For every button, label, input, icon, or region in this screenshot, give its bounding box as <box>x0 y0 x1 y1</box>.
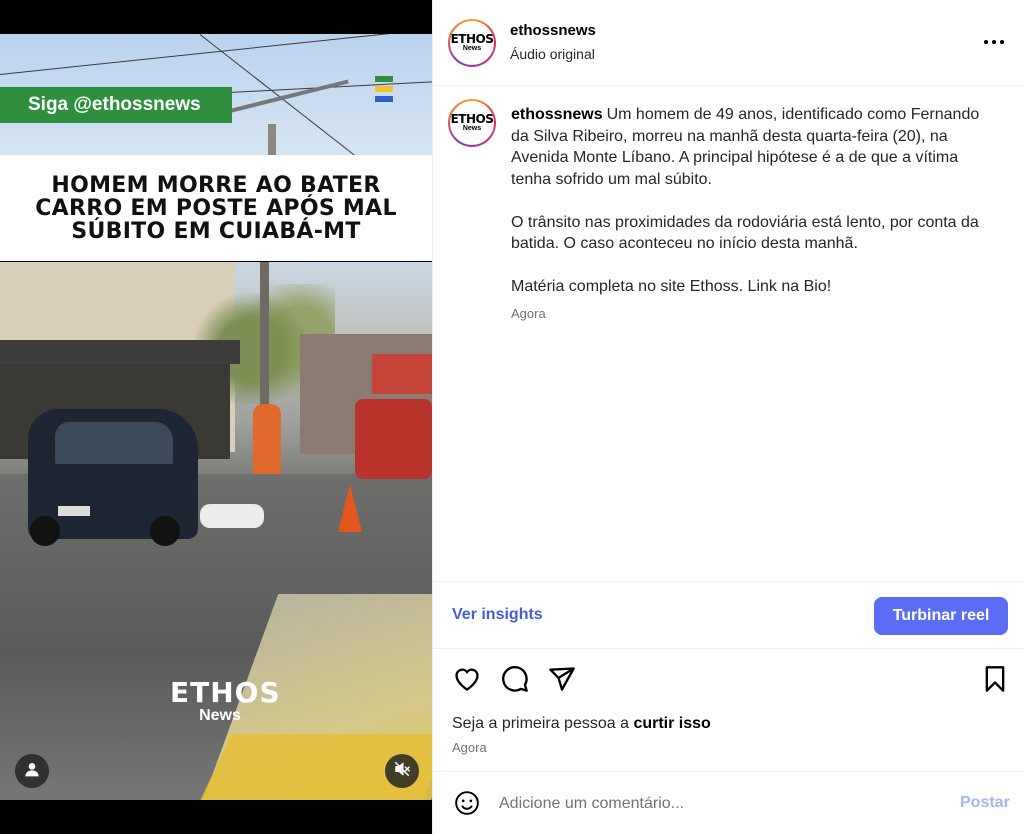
avatar-text: ETHOS <box>450 112 494 126</box>
video-frame[interactable]: Siga @ethossnews HOMEM MORRE AO BATER CA… <box>0 34 432 800</box>
avatar-subtext: News <box>462 45 482 52</box>
like-cta[interactable]: curtir isso <box>633 715 710 732</box>
caption-paragraph: O trânsito nas proximidades da rodoviári… <box>511 213 979 253</box>
follow-banner: Siga @ethossnews <box>0 87 232 123</box>
comment-button[interactable] <box>499 664 531 696</box>
post-caption: ethossnews Um homem de 49 anos, identific… <box>511 104 999 319</box>
comment-input[interactable] <box>499 792 939 816</box>
avatar[interactable]: ETHOS News <box>448 19 496 67</box>
watermark-bottom: News <box>199 707 241 724</box>
mute-button[interactable] <box>385 754 419 788</box>
user-icon <box>24 761 40 782</box>
caption-avatar[interactable]: ETHOS News <box>448 99 496 147</box>
avatar-text: ETHOS <box>450 32 494 46</box>
post-comment-button[interactable]: Postar <box>960 794 1010 812</box>
caption-paragraph: ethossnews Um homem de 49 anos, identific… <box>511 104 999 190</box>
emoji-button[interactable] <box>451 788 483 820</box>
emoji-icon <box>454 790 480 819</box>
post-header: ETHOS News ethossnews Áudio original <box>433 0 1024 86</box>
comment-icon <box>501 665 529 696</box>
likes-summary: Seja a primeira pessoa a curtir isso <box>452 715 711 733</box>
likes-prefix: Seja a primeira pessoa a <box>452 715 634 732</box>
ethos-mini-logo <box>375 76 393 114</box>
more-options-icon[interactable] <box>979 30 1009 54</box>
avatar-subtext: News <box>462 125 482 132</box>
comment-composer: Postar <box>433 771 1024 834</box>
bookmark-icon <box>983 665 1007 696</box>
post-timestamp: Agora <box>452 740 487 755</box>
like-button[interactable] <box>451 664 483 696</box>
headline-card: HOMEM MORRE AO BATER CARRO EM POSTE APÓS… <box>0 155 432 261</box>
speaker-muted-icon <box>393 760 411 783</box>
reel-video[interactable]: Siga @ethossnews HOMEM MORRE AO BATER CA… <box>0 0 432 834</box>
tagged-users-button[interactable] <box>15 754 49 788</box>
caption-paragraph: Matéria completa no site Ethoss. Link na… <box>511 278 832 295</box>
ethos-watermark: ETHOS News <box>170 676 281 725</box>
reel-viewer: Siga @ethossnews HOMEM MORRE AO BATER CA… <box>0 0 1024 834</box>
owner-actions-bar: Ver insights Turbinar reel <box>433 581 1024 649</box>
caption-username[interactable]: ethossnews <box>511 106 603 123</box>
heart-icon <box>453 666 481 695</box>
share-button[interactable] <box>546 664 578 696</box>
caption-timestamp: Agora <box>511 306 546 321</box>
header-username[interactable]: ethossnews <box>510 22 596 39</box>
boost-reel-button[interactable]: Turbinar reel <box>874 597 1008 635</box>
watermark-top: ETHOS <box>170 676 281 709</box>
send-icon <box>548 665 576 696</box>
original-audio-link[interactable]: Áudio original <box>510 46 595 62</box>
view-insights-link[interactable]: Ver insights <box>452 606 543 624</box>
post-panel: ETHOS News ethossnews Áudio original ETH… <box>432 0 1024 834</box>
video-headline: HOMEM MORRE AO BATER CARRO EM POSTE APÓS… <box>35 172 397 244</box>
save-button[interactable] <box>979 664 1011 696</box>
